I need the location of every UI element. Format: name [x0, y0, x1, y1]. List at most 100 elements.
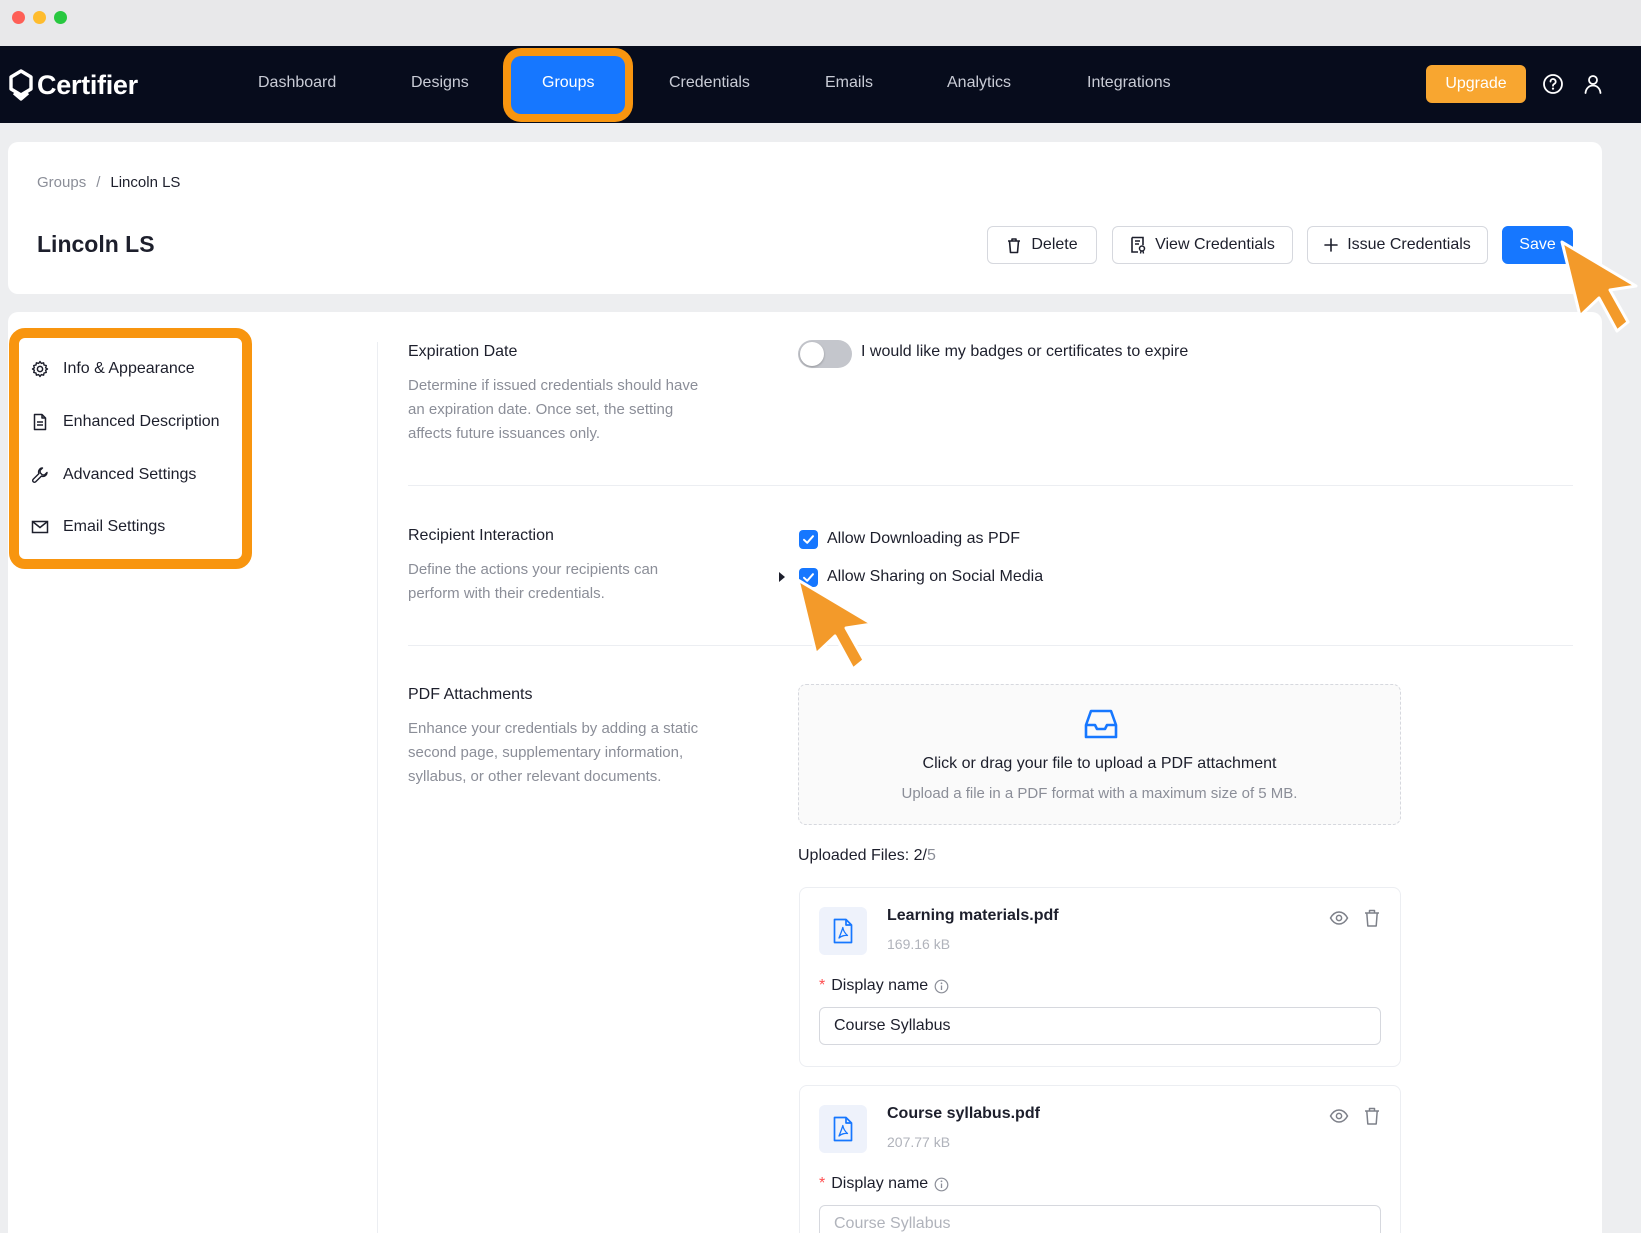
- nav-credentials[interactable]: Credentials: [669, 74, 750, 92]
- info-icon[interactable]: [934, 1177, 949, 1192]
- description-line: an expiration date. Once set, the settin…: [408, 401, 674, 418]
- eye-icon[interactable]: [1329, 908, 1349, 928]
- breadcrumb-current: Lincoln LS: [110, 174, 181, 191]
- certificate-icon: [1131, 236, 1146, 254]
- checkmark-icon: [803, 535, 814, 544]
- recipient-title: Recipient Interaction: [408, 527, 554, 544]
- upload-hint: Upload a file in a PDF format with a max…: [901, 785, 1298, 802]
- upgrade-button[interactable]: Upgrade: [1426, 65, 1526, 103]
- brand-logo[interactable]: Certifier: [8, 68, 138, 102]
- close-window-button[interactable]: [12, 11, 25, 24]
- nav-analytics[interactable]: Analytics: [947, 74, 1011, 92]
- trash-icon[interactable]: [1362, 908, 1382, 928]
- breadcrumb: Groups / Lincoln LS: [37, 174, 180, 191]
- file-size: 207.77 kB: [887, 1134, 951, 1150]
- inbox-icon: [1084, 709, 1118, 739]
- nav-dashboard[interactable]: Dashboard: [258, 74, 336, 92]
- description-line: Determine if issued credentials should h…: [408, 377, 699, 394]
- delete-label: Delete: [1031, 236, 1078, 253]
- wrench-icon: [32, 467, 48, 483]
- window-titlebar: [0, 0, 1641, 46]
- gear-icon: [31, 360, 49, 378]
- trash-icon: [1008, 237, 1021, 253]
- trash-icon[interactable]: [1362, 1106, 1382, 1126]
- display-name-text: Display name: [831, 1175, 929, 1192]
- allow-download-label: Allow Downloading as PDF: [827, 530, 1020, 547]
- page-header-card: Groups / Lincoln LS Lincoln LS Delete Vi…: [8, 142, 1602, 294]
- sidebar-item-label: Enhanced Description: [63, 413, 220, 430]
- sidebar-item-enhanced-description[interactable]: Enhanced Description: [31, 410, 220, 434]
- section-divider: [408, 645, 1573, 646]
- sidebar-item-label: Email Settings: [63, 518, 166, 535]
- description-line: Define the actions your recipients can: [408, 561, 659, 578]
- sidebar-item-info-appearance[interactable]: Info & Appearance: [31, 357, 195, 381]
- brand-name: Certifier: [37, 69, 138, 100]
- breadcrumb-groups-link[interactable]: Groups: [37, 174, 86, 191]
- envelope-icon: [31, 520, 49, 534]
- toggle-knob: [800, 342, 824, 366]
- file-thumb: [819, 1105, 867, 1153]
- file-name: Learning materials.pdf: [887, 907, 1059, 924]
- description-line: second page, supplementary information,: [408, 744, 684, 761]
- required-asterisk: *: [819, 977, 826, 994]
- file-size: 169.16 kB: [887, 936, 951, 952]
- annotation-arrow-icon: [1560, 240, 1638, 333]
- display-name-input[interactable]: Course Syllabus: [819, 1007, 1381, 1045]
- uploaded-files-count: Uploaded Files: 2/5: [798, 847, 936, 865]
- sidebar-item-advanced-settings[interactable]: Advanced Settings: [31, 463, 196, 487]
- pdf-attachments-description: Enhance your credentials by adding a sta…: [408, 717, 728, 789]
- expiration-title: Expiration Date: [408, 343, 518, 360]
- description-line: affects future issuances only.: [408, 425, 601, 442]
- sidebar-item-label: Info & Appearance: [63, 360, 195, 377]
- vertical-divider: [377, 342, 378, 1233]
- document-icon: [33, 413, 47, 431]
- plus-icon: [1324, 238, 1338, 252]
- pdf-upload-dropzone[interactable]: Click or drag your file to upload a PDF …: [798, 684, 1401, 825]
- eye-icon[interactable]: [1329, 1106, 1349, 1126]
- upload-title: Click or drag your file to upload a PDF …: [922, 755, 1277, 772]
- help-icon[interactable]: [1542, 73, 1564, 95]
- info-icon[interactable]: [934, 979, 949, 994]
- display-name-input[interactable]: Course Syllabus: [819, 1205, 1381, 1233]
- description-line: perform with their credentials.: [408, 585, 605, 602]
- uploaded-max: 5: [926, 847, 936, 864]
- display-name-text: Display name: [831, 977, 929, 994]
- annotation-arrow-icon: [796, 578, 874, 671]
- recipient-description: Define the actions your recipients can p…: [408, 558, 728, 606]
- minimize-window-button[interactable]: [33, 11, 46, 24]
- display-name-label: * Display name: [819, 977, 949, 995]
- file-card: Course syllabus.pdf 207.77 kB * Display …: [799, 1085, 1401, 1233]
- issue-credentials-button[interactable]: Issue Credentials: [1307, 226, 1488, 264]
- expiration-toggle[interactable]: [798, 340, 852, 368]
- nav-emails[interactable]: Emails: [825, 74, 873, 92]
- expiration-toggle-label: I would like my badges or certificates t…: [861, 343, 1189, 360]
- delete-button[interactable]: Delete: [987, 226, 1097, 264]
- maximize-window-button[interactable]: [54, 11, 67, 24]
- caret-right-icon: [779, 572, 785, 582]
- uploaded-label: Uploaded Files: 2/: [798, 847, 927, 864]
- nav-designs[interactable]: Designs: [411, 74, 469, 92]
- issue-credentials-label: Issue Credentials: [1347, 236, 1471, 253]
- pdf-file-icon: [833, 918, 853, 944]
- sidebar-item-label: Advanced Settings: [63, 466, 197, 483]
- file-thumb: [819, 907, 867, 955]
- expiration-description: Determine if issued credentials should h…: [408, 374, 728, 446]
- nav-groups[interactable]: Groups: [542, 74, 594, 92]
- description-line: Enhance your credentials by adding a sta…: [408, 720, 699, 737]
- allow-download-checkbox[interactable]: [799, 530, 818, 549]
- pdf-attachments-title: PDF Attachments: [408, 686, 533, 703]
- nav-integrations[interactable]: Integrations: [1087, 74, 1171, 92]
- user-icon[interactable]: [1582, 73, 1604, 95]
- required-asterisk: *: [819, 1175, 826, 1192]
- file-card: Learning materials.pdf 169.16 kB * Displ…: [799, 887, 1401, 1067]
- sidebar-item-email-settings[interactable]: Email Settings: [31, 515, 165, 539]
- top-navbar: Certifier Dashboard Designs Groups Crede…: [0, 46, 1641, 123]
- file-name: Course syllabus.pdf: [887, 1105, 1040, 1122]
- display-name-label: * Display name: [819, 1175, 949, 1193]
- page-title: Lincoln LS: [37, 231, 155, 257]
- breadcrumb-separator: /: [96, 174, 101, 191]
- certifier-logo-icon: [9, 69, 33, 101]
- section-divider: [408, 485, 1573, 486]
- view-credentials-label: View Credentials: [1155, 236, 1275, 253]
- view-credentials-button[interactable]: View Credentials: [1112, 226, 1293, 264]
